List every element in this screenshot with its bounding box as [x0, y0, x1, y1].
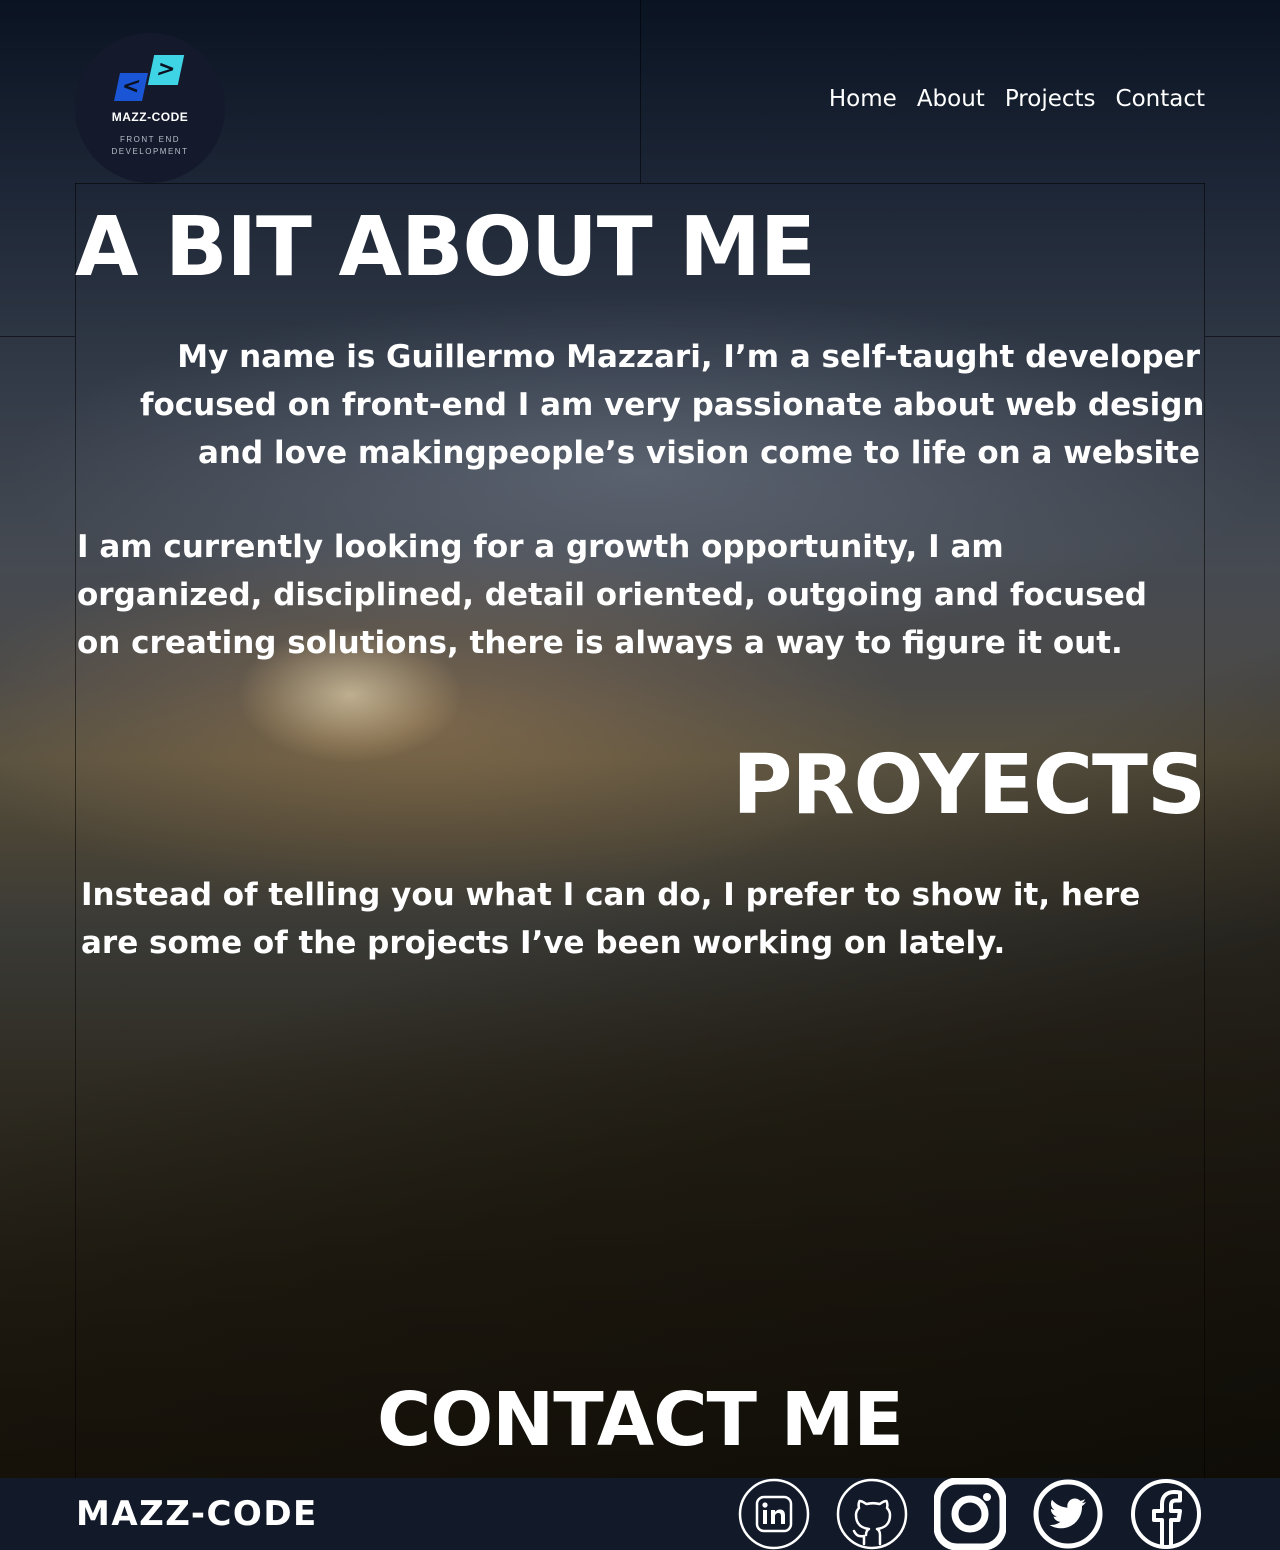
about-intro-line: focused on front-end I am very passionat…: [140, 387, 1216, 423]
logo-right-bracket-icon: >: [147, 55, 185, 85]
github-icon[interactable]: [836, 1478, 908, 1550]
about-paragraph: I am currently looking for a growth oppo…: [77, 529, 1147, 661]
frame-line: [0, 336, 75, 337]
projects-paragraph: Instead of telling you what I can do, I …: [81, 877, 1141, 961]
about-title: A BIT ABOUT ME: [75, 200, 816, 295]
projects-title: PROYECTS: [732, 738, 1206, 833]
logo-name: MAZZ-CODE: [111, 110, 189, 124]
logo-left-bracket-icon: <: [114, 73, 148, 101]
nav-contact[interactable]: Contact: [1116, 86, 1205, 112]
frame-line: [640, 0, 641, 183]
frame-line: [75, 183, 1205, 184]
twitter-icon[interactable]: [1032, 1478, 1104, 1550]
facebook-icon[interactable]: [1130, 1478, 1202, 1550]
about-intro-line: and love makingpeople’s vision come to l…: [198, 435, 1200, 471]
nav-projects[interactable]: Projects: [1005, 86, 1096, 112]
logo-tagline-text: FRONT END DEVELOPMENT: [111, 135, 189, 156]
social-links: [738, 1478, 1202, 1550]
nav-about[interactable]: About: [917, 86, 985, 112]
frame-line: [1205, 336, 1280, 337]
footer-brand: MAZZ-CODE: [76, 1494, 318, 1534]
logo[interactable]: < > MAZZ-CODE FRONT END DEVELOPMENT: [75, 33, 225, 183]
logo-tagline: FRONT END DEVELOPMENT: [75, 134, 225, 158]
footer: MAZZ-CODE: [0, 1478, 1280, 1550]
contact-title: CONTACT ME: [377, 1377, 904, 1463]
frame-line: [75, 183, 76, 1478]
instagram-icon[interactable]: [934, 1478, 1006, 1550]
about-intro: My name is Guillermo Mazzari, I’m a self…: [140, 333, 1216, 477]
main-nav: Home About Projects Contact: [829, 86, 1205, 112]
linkedin-icon[interactable]: [738, 1478, 810, 1550]
nav-home[interactable]: Home: [829, 86, 897, 112]
about-intro-line: My name is Guillermo Mazzari, I’m a self…: [177, 339, 1200, 375]
